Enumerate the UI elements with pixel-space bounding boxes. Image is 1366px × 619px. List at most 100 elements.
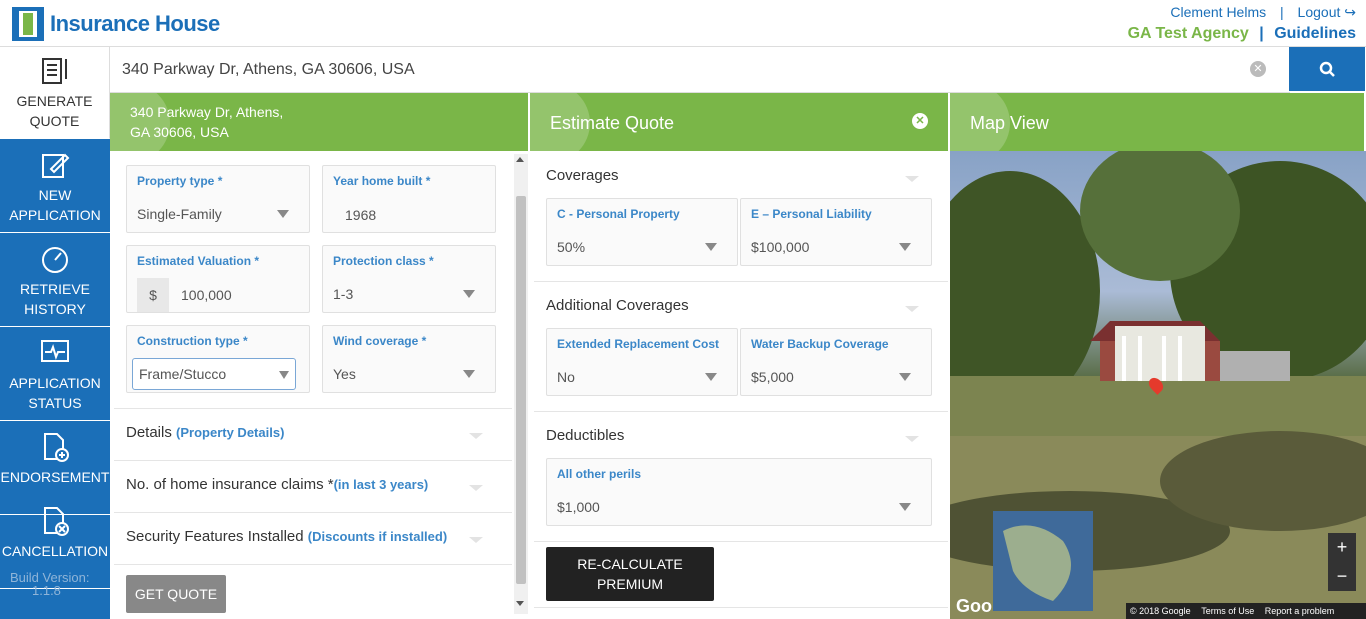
divider — [534, 281, 948, 282]
chevron-down-icon — [899, 503, 911, 511]
build-value: 1.1.8 — [32, 583, 61, 598]
chevron-down-icon — [705, 373, 717, 381]
property-panel-header: 340 Parkway Dr, Athens, GA 30606, USA — [110, 93, 528, 151]
field-value: $5,000 — [751, 369, 794, 385]
chevron-down-icon[interactable] — [469, 485, 483, 491]
report-problem-link[interactable]: Report a problem — [1265, 606, 1335, 616]
logout-icon[interactable]: ↪ — [1344, 4, 1356, 20]
sidebar-item-retrieve-history[interactable]: RETRIEVE HISTORY — [0, 235, 110, 327]
section-title: Deductibles — [546, 427, 625, 444]
recalculate-premium-button[interactable]: RE-CALCULATE PREMIUM — [546, 547, 714, 601]
search-button[interactable] — [1289, 47, 1365, 91]
sidebar-item-label: RETRIEVE HISTORY — [19, 281, 90, 317]
get-quote-button[interactable]: GET QUOTE — [126, 575, 226, 613]
agency-link[interactable]: GA Test Agency — [1128, 25, 1249, 42]
edit-icon — [42, 153, 70, 178]
scroll-up-icon[interactable] — [516, 157, 524, 162]
field-value: $100,000 — [751, 239, 810, 255]
zoom-in-button[interactable]: + — [1328, 533, 1356, 562]
zoom-controls: + − — [1328, 533, 1356, 591]
wind-coverage-select[interactable]: Wind coverage * Yes — [322, 325, 496, 393]
chevron-down-icon[interactable] — [905, 436, 919, 442]
field-label: Construction type * — [137, 334, 248, 348]
close-icon[interactable]: ✕ — [912, 113, 928, 129]
search-icon — [1319, 61, 1335, 77]
user-name-link[interactable]: Clement Helms — [1170, 4, 1266, 20]
year-built-input[interactable]: Year home built * 1968 — [322, 165, 496, 233]
personal-property-select[interactable]: C - Personal Property 50% — [546, 198, 738, 266]
sidebar-item-label: APPLICATION STATUS — [9, 375, 101, 411]
panel-title: Map View — [970, 113, 1049, 133]
sidebar-item-label: NEW APPLICATION — [9, 187, 101, 223]
section-title: Security Features Installed — [126, 528, 304, 545]
document-pen-icon — [41, 58, 67, 84]
currency-prefix: $ — [137, 278, 169, 312]
water-backup-select[interactable]: Water Backup Coverage $5,000 — [740, 328, 932, 396]
personal-liability-select[interactable]: E – Personal Liability $100,000 — [740, 198, 932, 266]
protection-class-select[interactable]: Protection class * 1-3 — [322, 245, 496, 313]
map-footer: © 2018 Google Terms of Use Report a prob… — [1126, 603, 1366, 619]
street-view-map[interactable]: + − Goo © 2018 Google Terms of Use Repor… — [950, 151, 1366, 619]
address-line1: 340 Parkway Dr, Athens, — [130, 104, 284, 120]
section-title: No. of home insurance claims * — [126, 476, 334, 493]
valuation-input[interactable]: Estimated Valuation * $ 100,000 — [126, 245, 310, 313]
field-value: Yes — [333, 366, 356, 382]
divider — [534, 541, 948, 542]
sidebar-item-application-status[interactable]: APPLICATION STATUS — [0, 329, 110, 421]
address-search-input[interactable]: 340 Parkway Dr, Athens, GA 30606, USA — [110, 47, 1290, 93]
logo-icon — [12, 7, 44, 41]
history-icon — [42, 247, 68, 273]
sidebar-item-label: CANCELLATION — [1, 543, 109, 559]
copyright: © 2018 Google — [1130, 606, 1191, 616]
construction-type-dropdown[interactable]: Frame/Stucco — [132, 358, 296, 390]
property-type-select[interactable]: Property type * Single-Family — [126, 165, 310, 233]
details-section-toggle[interactable]: Details (Property Details) — [126, 424, 284, 441]
clear-icon[interactable]: ✕ — [1250, 61, 1266, 77]
section-title: Additional Coverages — [546, 297, 689, 314]
section-title: Details — [126, 424, 172, 441]
document-add-icon — [44, 433, 69, 462]
chevron-down-icon[interactable] — [469, 433, 483, 439]
divider — [534, 607, 948, 608]
chevron-down-icon[interactable] — [905, 176, 919, 182]
claims-section-toggle[interactable]: No. of home insurance claims *(in last 3… — [126, 476, 428, 493]
chevron-down-icon — [899, 243, 911, 251]
field-label: Water Backup Coverage — [751, 337, 889, 351]
field-value: 50% — [557, 239, 586, 255]
guidelines-link[interactable]: Guidelines — [1274, 25, 1356, 42]
terms-link[interactable]: Terms of Use — [1201, 606, 1254, 616]
scroll-down-icon[interactable] — [516, 601, 524, 606]
construction-type-select[interactable]: Construction type * Frame/Stucco — [126, 325, 310, 393]
field-value: $1,000 — [557, 499, 600, 515]
all-perils-select[interactable]: All other perils $1,000 — [546, 458, 932, 526]
field-label: Wind coverage * — [333, 334, 427, 348]
brand-logo[interactable]: Insurance House — [12, 6, 220, 42]
divider — [534, 411, 948, 412]
user-area: Clement Helms | Logout ↪ GA Test Agency … — [1128, 4, 1356, 43]
field-value: Frame/Stucco — [139, 366, 227, 382]
field-label: All other perils — [557, 467, 642, 481]
divider — [114, 408, 512, 409]
chevron-down-icon — [279, 371, 289, 379]
sidebar-item-generate-quote[interactable]: GENERATE QUOTE — [0, 47, 110, 139]
zoom-out-button[interactable]: − — [1328, 562, 1356, 591]
field-label: Year home built * — [333, 174, 431, 188]
section-hint: (Discounts if installed) — [307, 529, 448, 544]
minimap-thumbnail[interactable] — [993, 511, 1093, 611]
field-label: Extended Replacement Cost — [557, 337, 720, 351]
scrollbar-thumb[interactable] — [516, 196, 526, 584]
field-label: E – Personal Liability — [751, 207, 872, 221]
field-value: 1968 — [345, 207, 377, 223]
security-section-toggle[interactable]: Security Features Installed (Discounts i… — [126, 528, 447, 545]
chevron-down-icon[interactable] — [905, 306, 919, 312]
sidebar-item-new-application[interactable]: NEW APPLICATION — [0, 141, 110, 233]
panel-title: Estimate Quote — [550, 113, 675, 133]
replacement-cost-select[interactable]: Extended Replacement Cost No — [546, 328, 738, 396]
logout-link[interactable]: Logout — [1298, 4, 1341, 20]
section-hint: (Property Details) — [176, 425, 285, 440]
field-value: 1-3 — [333, 286, 354, 302]
chevron-down-icon[interactable] — [469, 537, 483, 543]
sidebar-item-label: GENERATE QUOTE — [16, 93, 93, 129]
field-label: Estimated Valuation * — [137, 254, 260, 268]
field-label: Protection class * — [333, 254, 434, 268]
